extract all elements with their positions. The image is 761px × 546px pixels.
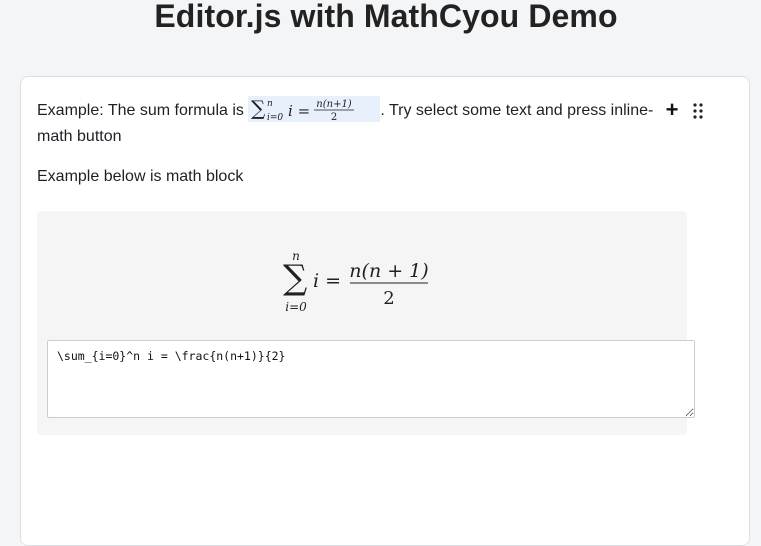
inline-math[interactable]: ∑ n i=0 i = n(n+1) 2: [248, 96, 381, 122]
inline-body: i =: [288, 102, 310, 120]
page-title: Editor.js with MathCyou Demo: [154, 0, 618, 34]
inline-numerator: n(n+1): [317, 99, 353, 110]
inline-sum-lower: i=0: [267, 113, 283, 122]
math-block[interactable]: n ∑ i=0 i = n(n + 1) 2: [37, 211, 695, 435]
sum-symbol-icon: ∑: [283, 258, 307, 298]
math-body: i =: [313, 270, 341, 292]
math-block-render: n ∑ i=0 i = n(n + 1) 2: [283, 249, 429, 314]
latex-source-input[interactable]: [47, 340, 695, 418]
inline-math-render: ∑ n i=0 i = n(n+1) 2: [251, 96, 355, 122]
editor-container: Example: The sum formula is ∑ n i=0 i = …: [20, 76, 750, 546]
math-denominator: 2: [383, 288, 394, 309]
inline-sum-upper: n: [267, 99, 273, 109]
paragraph-block[interactable]: Example below is math block: [37, 164, 243, 190]
paragraph-block[interactable]: Example: The sum formula is ∑ n i=0 i = …: [37, 96, 667, 150]
paragraph-text: Example below is math block: [37, 168, 244, 185]
svg-text:∑: ∑: [251, 96, 266, 120]
inline-denominator: 2: [331, 112, 337, 122]
sum-lower: i=0: [285, 300, 307, 314]
plus-icon[interactable]: +: [664, 99, 680, 121]
math-numerator: n(n + 1): [349, 260, 428, 282]
paragraph-text-before: Example: The sum formula is: [37, 102, 249, 120]
drag-handle-icon[interactable]: [691, 102, 705, 120]
